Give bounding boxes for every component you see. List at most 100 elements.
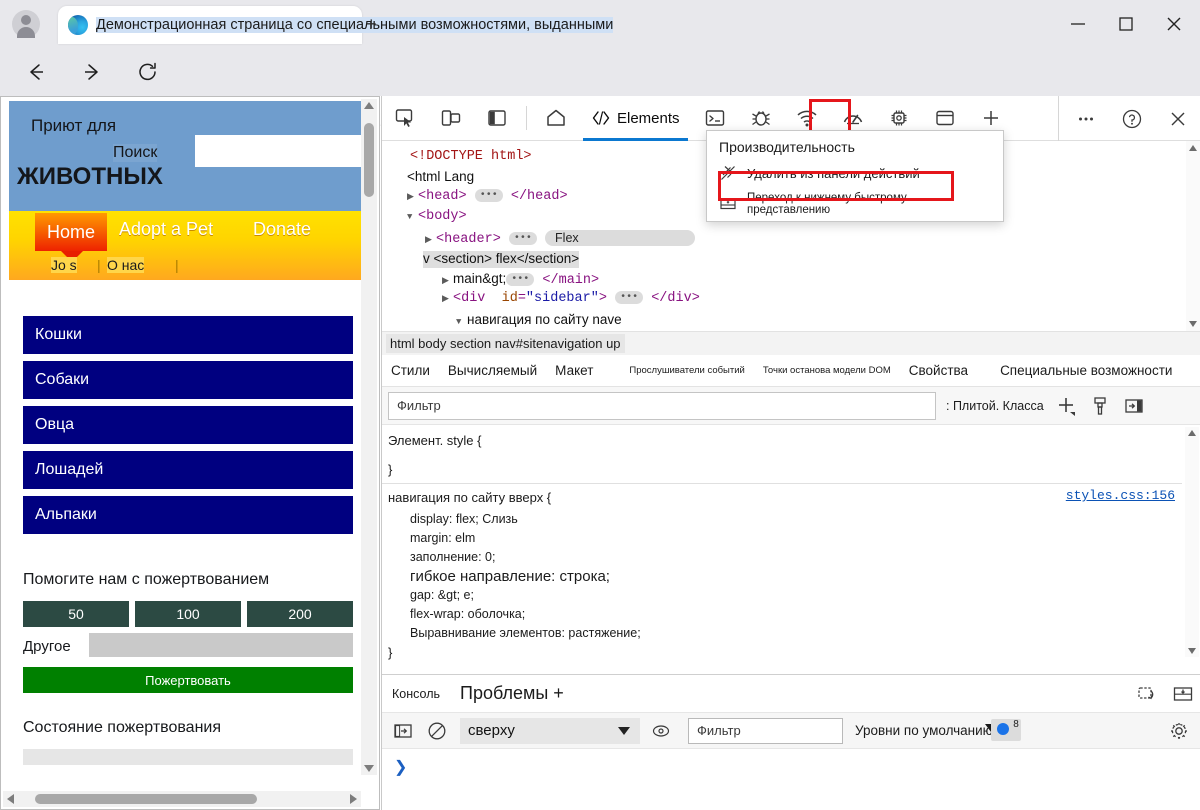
performance-icon[interactable]: [838, 104, 868, 132]
donation-amount-100[interactable]: 100: [135, 601, 241, 627]
issues-badge[interactable]: 8: [991, 719, 1021, 741]
flex-badge[interactable]: Flex: [545, 230, 695, 246]
tab-layout[interactable]: Макет: [546, 363, 602, 378]
device-toolbar-icon[interactable]: [436, 104, 466, 132]
declaration-display[interactable]: display: flex; Слизь: [410, 510, 1182, 529]
pet-button-sheep[interactable]: Овца: [23, 406, 353, 444]
new-tab-button[interactable]: +: [366, 14, 377, 35]
page-vertical-scrollbar[interactable]: [361, 99, 377, 775]
close-icon[interactable]: [1162, 12, 1186, 36]
dom-line-html[interactable]: <html Lang: [407, 169, 474, 186]
restore-drawer-icon[interactable]: [1135, 682, 1159, 706]
rule-element-style[interactable]: Элемент. style { }: [388, 433, 482, 477]
scrollbar-thumb[interactable]: [364, 123, 374, 197]
nav-link-home[interactable]: Home: [35, 213, 107, 251]
toggle-computed-icon[interactable]: [1122, 395, 1146, 417]
stylesheet-source-link[interactable]: styles.css:156: [1066, 488, 1175, 503]
styles-rules-pane[interactable]: Элемент. style { } навигация по сайту вв…: [382, 425, 1200, 660]
scroll-down-arrow-icon[interactable]: [364, 765, 374, 772]
scrollbar-thumb[interactable]: [35, 794, 257, 804]
console-levels-dropdown[interactable]: Уровни по умолчанию 8: [855, 723, 993, 738]
console-settings-gear-icon[interactable]: [1167, 719, 1191, 743]
console-output[interactable]: ❯: [382, 749, 1200, 809]
tab-elements[interactable]: Elements: [579, 96, 692, 141]
reload-icon[interactable]: [134, 58, 162, 86]
dom-line-body[interactable]: ▼<body>: [407, 209, 467, 224]
pseudo-state-icon[interactable]: [1088, 395, 1112, 417]
dom-breadcrumb[interactable]: html body section nav#sitenavigation up: [382, 331, 1200, 355]
context-menu-item-unpin[interactable]: Удалить из панели действий: [707, 159, 1003, 187]
dom-line-sidebar[interactable]: ▶<div id="sidebar"> ••• </div>: [442, 291, 700, 306]
console-sidebar-icon[interactable]: [390, 719, 416, 743]
collapsed-dots-icon[interactable]: •••: [475, 189, 503, 202]
console-filter-input[interactable]: Фильтр: [688, 718, 843, 744]
declaration-gap[interactable]: gap: &gt; e;: [410, 586, 1182, 605]
tab-console[interactable]: Консоль: [382, 687, 450, 701]
add-panel-button[interactable]: [976, 104, 1006, 132]
declaration-padding[interactable]: заполнение: 0;: [410, 548, 1182, 567]
console-prompt-icon[interactable]: ❯: [394, 757, 407, 777]
dom-line-section[interactable]: v <section> flex</section>: [423, 251, 579, 268]
dom-line-main[interactable]: ▶main&gt;••• </main>: [442, 271, 599, 288]
declaration-flex-wrap[interactable]: flex-wrap: оболочка;: [410, 605, 1182, 624]
collapsed-dots-icon[interactable]: •••: [509, 232, 537, 245]
dock-drawer-icon[interactable]: [1171, 682, 1195, 706]
browser-tab[interactable]: Демонстрационная страница со специальным…: [58, 6, 362, 44]
inspect-element-icon[interactable]: [390, 104, 420, 132]
console-context-select[interactable]: сверху: [460, 718, 640, 744]
declaration-flex-direction[interactable]: гибкое направление: строка;: [410, 567, 1182, 586]
expand-triangle-icon[interactable]: ▶: [442, 276, 453, 286]
expand-triangle-icon[interactable]: ▶: [407, 192, 418, 202]
search-input[interactable]: [195, 135, 365, 167]
memory-icon[interactable]: [884, 104, 914, 132]
devtools-more-icon[interactable]: [1071, 105, 1101, 133]
rule-site-nav[interactable]: навигация по сайту вверх { display: flex…: [382, 483, 1182, 660]
tab-styles[interactable]: Стили: [382, 363, 439, 378]
scroll-up-arrow-icon[interactable]: [1189, 145, 1197, 151]
chevron-down-icon[interactable]: [618, 727, 630, 735]
declaration-align-items[interactable]: Выравнивание элементов: растяжение;: [410, 624, 1182, 643]
console-panel-icon[interactable]: [700, 104, 730, 132]
nav-link-about[interactable]: О нас: [107, 257, 144, 273]
scroll-down-arrow-icon[interactable]: [1188, 648, 1196, 654]
scroll-down-arrow-icon[interactable]: [1189, 321, 1197, 327]
collapse-triangle-icon[interactable]: ▼: [407, 212, 418, 222]
pet-button-horses[interactable]: Лошадей: [23, 451, 353, 489]
dock-side-icon[interactable]: [482, 104, 512, 132]
debugger-icon[interactable]: [746, 104, 776, 132]
pet-button-cats[interactable]: Кошки: [23, 316, 353, 354]
nav-link-donate[interactable]: Donate: [253, 219, 311, 240]
minimize-icon[interactable]: [1066, 12, 1090, 36]
styles-scrollbar[interactable]: [1185, 427, 1199, 657]
collapsed-dots-icon[interactable]: •••: [506, 273, 534, 286]
clear-console-icon[interactable]: [424, 719, 450, 743]
dom-tree-scrollbar[interactable]: [1186, 141, 1200, 331]
scroll-left-arrow-icon[interactable]: [7, 794, 14, 804]
toggle-class-link[interactable]: : Плитой. Класса: [946, 399, 1044, 413]
tab-event-listeners[interactable]: Прослушиватели событий: [620, 365, 753, 376]
nav-link-adopt[interactable]: Adopt a Pet: [119, 219, 213, 240]
collapse-triangle-icon[interactable]: ▼: [456, 317, 467, 327]
donate-submit-button[interactable]: Пожертвовать: [23, 667, 353, 693]
expand-triangle-icon[interactable]: ▶: [425, 235, 436, 245]
live-expression-icon[interactable]: [648, 719, 674, 743]
scroll-up-arrow-icon[interactable]: [1188, 430, 1196, 436]
tab-computed[interactable]: Вычисляемый: [439, 363, 546, 378]
forward-arrow-icon[interactable]: [78, 58, 106, 86]
tab-properties[interactable]: Свойства: [900, 363, 977, 378]
dom-line-header[interactable]: ▶<header> ••• Flex: [425, 230, 695, 247]
add-rule-icon[interactable]: [1054, 395, 1078, 417]
network-icon[interactable]: [792, 104, 822, 132]
scroll-right-arrow-icon[interactable]: [350, 794, 357, 804]
back-arrow-icon[interactable]: [22, 58, 50, 86]
nav-link-jobs[interactable]: Jo s: [51, 257, 77, 273]
pet-button-dogs[interactable]: Собаки: [23, 361, 353, 399]
tab-dom-breakpoints[interactable]: Точки останова модели DOM: [754, 365, 900, 376]
application-icon[interactable]: [930, 104, 960, 132]
donation-amount-50[interactable]: 50: [23, 601, 129, 627]
declaration-margin[interactable]: margin: elm: [410, 529, 1182, 548]
maximize-icon[interactable]: [1114, 12, 1138, 36]
donation-amount-200[interactable]: 200: [247, 601, 353, 627]
tab-accessibility[interactable]: Специальные возможности: [991, 363, 1181, 378]
profile-icon[interactable]: [12, 10, 40, 38]
